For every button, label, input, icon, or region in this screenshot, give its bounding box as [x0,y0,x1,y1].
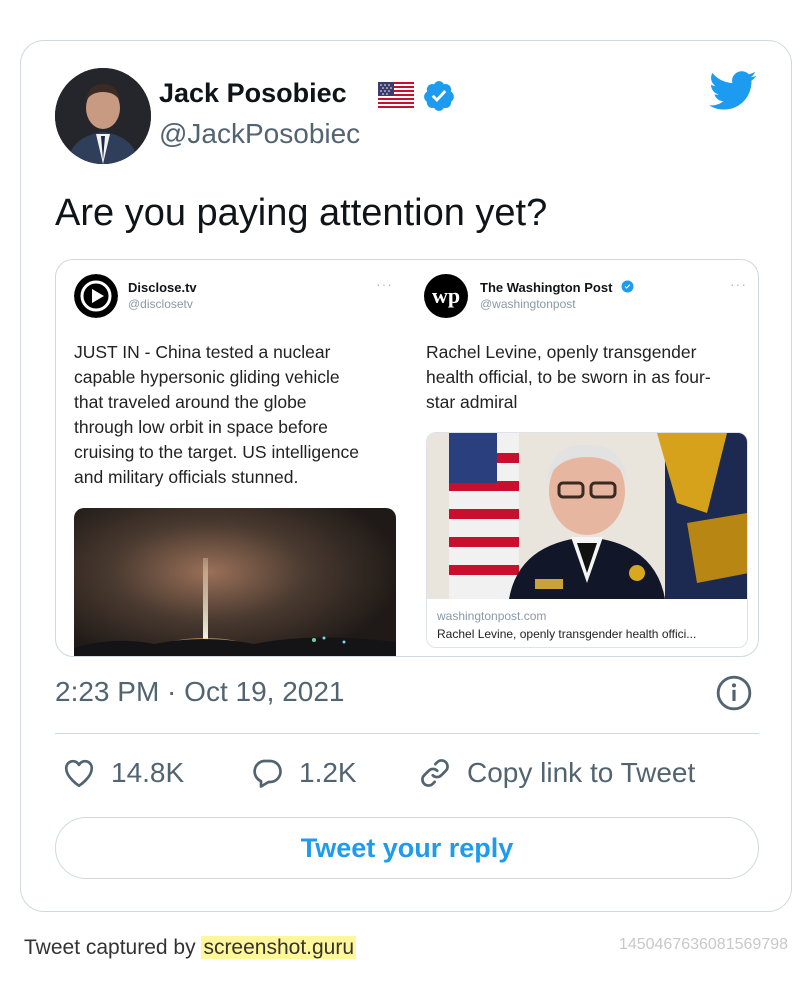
embedded-tweet-washingtonpost[interactable]: wp The Washington Post @washingtonpost ·… [408,260,758,656]
text-line: Rachel Levine, openly transgender [426,342,697,362]
author-handle[interactable]: @JackPosobiec [159,117,360,151]
text-line: capable hypersonic gliding vehicle [74,367,340,387]
link-preview-image [427,433,747,599]
like-button[interactable]: 14.8K [61,753,184,793]
washingtonpost-logo-icon: wp [424,274,468,318]
text-line: cruising to the target. US intelligence [74,442,360,462]
text-line: health official, to be sworn in as four- [426,367,711,387]
link-preview-card[interactable]: washingtonpost.com Rachel Levine, openly… [426,432,748,648]
author-name[interactable]: Jack Posobiec [159,77,347,109]
tweet-id: 1450467636081569798 [618,936,788,953]
twitter-bird-icon[interactable] [709,71,757,111]
divider [55,733,759,734]
copy-link-label: Copy link to Tweet [467,757,696,788]
info-icon[interactable] [715,674,753,712]
embedded-author-name: The Washington Post [480,280,613,295]
missile-launch-photo[interactable] [74,508,396,656]
like-count: 14.8K [111,757,185,788]
copy-link-button[interactable]: Copy link to Tweet [417,753,695,793]
reply-count: 1.2K [299,757,357,788]
heart-icon [64,759,94,788]
more-options-icon[interactable]: ··· [730,276,747,292]
link-title: Rachel Levine, openly transgender health… [437,627,697,641]
disclosetv-logo-icon [74,274,118,318]
tweet-text: Are you paying attention yet? [55,192,548,234]
tweet-timestamp[interactable]: 2:23 PM · Oct 19, 2021 [55,675,345,709]
verified-badge-icon [424,81,454,111]
link-domain: washingtonpost.com [437,609,547,623]
screenshot-guru-link[interactable]: screenshot.guru [201,936,357,959]
us-flag-icon [378,82,414,108]
tweet-media[interactable]: Disclose.tv @disclosetv ··· JUST IN - Ch… [55,259,759,657]
embedded-tweet-disclosetv[interactable]: Disclose.tv @disclosetv ··· JUST IN - Ch… [56,260,408,656]
embedded-tweet-text: JUST IN - China tested a nuclear capable… [74,340,359,490]
more-options-icon[interactable]: ··· [376,276,393,292]
captured-by-text: Tweet captured by [24,936,202,959]
text-line: and military officials stunned. [74,467,299,487]
reply-bubble-icon [253,759,282,788]
text-line: through low orbit in space before [74,417,328,437]
text-line: star admiral [426,392,518,412]
verified-badge-icon [621,280,634,293]
tweet-your-reply-button[interactable]: Tweet your reply [55,817,759,879]
embedded-author-handle: @washingtonpost [480,297,576,311]
avatar[interactable] [55,68,151,164]
reply-button[interactable]: 1.2K [249,753,357,793]
embedded-author-name: Disclose.tv [128,280,197,295]
capture-credit: Tweet captured by screenshot.guru [24,935,357,961]
link-icon [421,759,449,787]
text-line: that traveled around the globe [74,392,307,412]
tweet-card: Jack Posobiec @JackPosobiec Are you payi… [20,40,792,912]
embedded-author-handle: @disclosetv [128,297,193,311]
embedded-tweet-text: Rachel Levine, openly transgender health… [426,340,711,415]
text-line: JUST IN - China tested a nuclear [74,342,331,362]
